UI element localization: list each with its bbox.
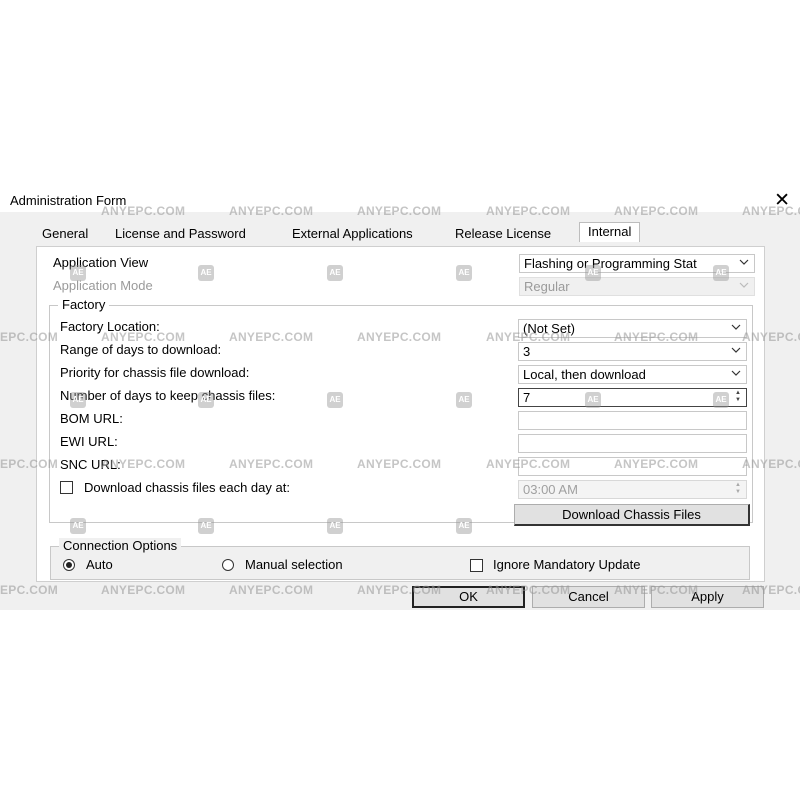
priority-download-dropdown[interactable]: Local, then download [518, 365, 747, 384]
watermark-text: ANYEPC.COM [357, 457, 442, 471]
keep-days-label: Number of days to keep chassis files: [60, 388, 276, 403]
watermark-badge: AE [327, 265, 343, 281]
manual-selection-radio[interactable] [222, 559, 234, 571]
watermark-badge: AE [198, 265, 214, 281]
watermark-text: ANYEPC.COM [486, 583, 571, 597]
bom-url-input[interactable] [518, 411, 747, 430]
download-chassis-files-button[interactable]: Download Chassis Files [514, 504, 750, 526]
watermark-badge: AE [327, 392, 343, 408]
watermark-text: ANYEPC.COM [229, 330, 314, 344]
watermark-text: ANYEPC.COM [229, 204, 314, 218]
spinner-icon[interactable]: ▲ ▼ [731, 390, 745, 405]
priority-download-label: Priority for chassis file download: [60, 365, 250, 380]
watermark-text: ANYEPC.COM [742, 583, 800, 597]
chevron-down-icon [739, 259, 749, 265]
watermark-text: ANYEPC.COM [357, 204, 442, 218]
connection-options-group: Connection Options Auto Manual selection… [50, 538, 750, 580]
watermark-text: ANYEPC.COM [486, 330, 571, 344]
watermark-text: ANYEPC.COM [742, 204, 800, 218]
spinner-icon: ▲ ▼ [735, 482, 741, 495]
tab-general[interactable]: General [42, 226, 88, 241]
watermark-text: ANYEPC.COM [357, 330, 442, 344]
daily-download-checkbox[interactable] [60, 481, 73, 494]
watermark-badge: AE [585, 392, 601, 408]
watermark-badge: AE [70, 518, 86, 534]
watermark-text: ANYEPC.COM [357, 583, 442, 597]
watermark-badge: AE [327, 518, 343, 534]
chevron-down-icon [739, 282, 749, 288]
watermark-text: ANYEPC.COM [614, 583, 699, 597]
ignore-mandatory-update-label: Ignore Mandatory Update [493, 557, 641, 572]
watermark-badge: AE [456, 518, 472, 534]
daily-time-value: 03:00 AM [523, 482, 578, 497]
chevron-down-icon [731, 370, 741, 376]
application-view-value: Flashing or Programming Stat [524, 256, 697, 271]
watermark-badge: AE [713, 392, 729, 408]
daily-download-label: Download chassis files each day at: [84, 480, 290, 495]
watermark-text: ANYEPC.COM [614, 457, 699, 471]
watermark-badge: AE [456, 265, 472, 281]
chevron-down-icon [731, 347, 741, 353]
watermark-badge: AE [456, 392, 472, 408]
watermark-text: ANYEPC.COM [101, 204, 186, 218]
watermark-text: ANYEPC.COM [101, 457, 186, 471]
watermark-badge: AE [198, 392, 214, 408]
connection-options-title: Connection Options [59, 538, 182, 553]
watermark-badge: AE [70, 392, 86, 408]
range-days-label: Range of days to download: [60, 342, 222, 357]
watermark-text: ANYEPC.COM [229, 457, 314, 471]
watermark-badge: AE [198, 518, 214, 534]
application-view-label: Application View [53, 255, 149, 270]
priority-download-value: Local, then download [523, 367, 646, 382]
ewi-url-label: EWI URL: [60, 434, 118, 449]
application-mode-value: Regular [524, 279, 570, 294]
watermark-text: ANYEPC.COM [742, 330, 800, 344]
bom-url-label: BOM URL: [60, 411, 123, 426]
application-mode-label: Application Mode [53, 278, 153, 293]
administration-form-window: Administration Form ✕ General License an… [0, 188, 800, 610]
tab-license-and-password[interactable]: License and Password [115, 226, 246, 241]
watermark-badge: AE [70, 265, 86, 281]
watermark-badge: AE [585, 265, 601, 281]
watermark-text: ANYEPC.COM [742, 457, 800, 471]
watermark-text: EPC.COM [0, 330, 59, 344]
range-days-dropdown[interactable]: 3 [518, 342, 747, 361]
tab-internal[interactable]: Internal [579, 222, 641, 242]
watermark-text: EPC.COM [0, 583, 59, 597]
watermark-text: ANYEPC.COM [101, 583, 186, 597]
ignore-mandatory-update-checkbox[interactable] [470, 559, 483, 572]
watermark-text: ANYEPC.COM [614, 330, 699, 344]
factory-group-title: Factory [58, 297, 110, 312]
tab-external-applications[interactable]: External Applications [292, 226, 413, 241]
manual-selection-label: Manual selection [245, 557, 343, 572]
watermark-badge: AE [713, 265, 729, 281]
keep-days-value: 7 [523, 390, 531, 405]
ewi-url-input[interactable] [518, 434, 747, 453]
watermark-text: ANYEPC.COM [486, 457, 571, 471]
watermark-text: ANYEPC.COM [614, 204, 699, 218]
watermark-text: ANYEPC.COM [486, 204, 571, 218]
watermark-text: ANYEPC.COM [229, 583, 314, 597]
range-days-value: 3 [523, 344, 531, 359]
auto-radio[interactable] [63, 559, 75, 571]
tab-release-license[interactable]: Release License [455, 226, 551, 241]
internal-tab-panel: Application View Flashing or Programming… [36, 246, 765, 582]
chevron-down-icon [731, 324, 741, 330]
watermark-text: EPC.COM [0, 457, 59, 471]
auto-label: Auto [86, 557, 113, 572]
watermark-text: ANYEPC.COM [101, 330, 186, 344]
daily-time-picker: 03:00 AM ▲ ▼ [518, 480, 747, 499]
